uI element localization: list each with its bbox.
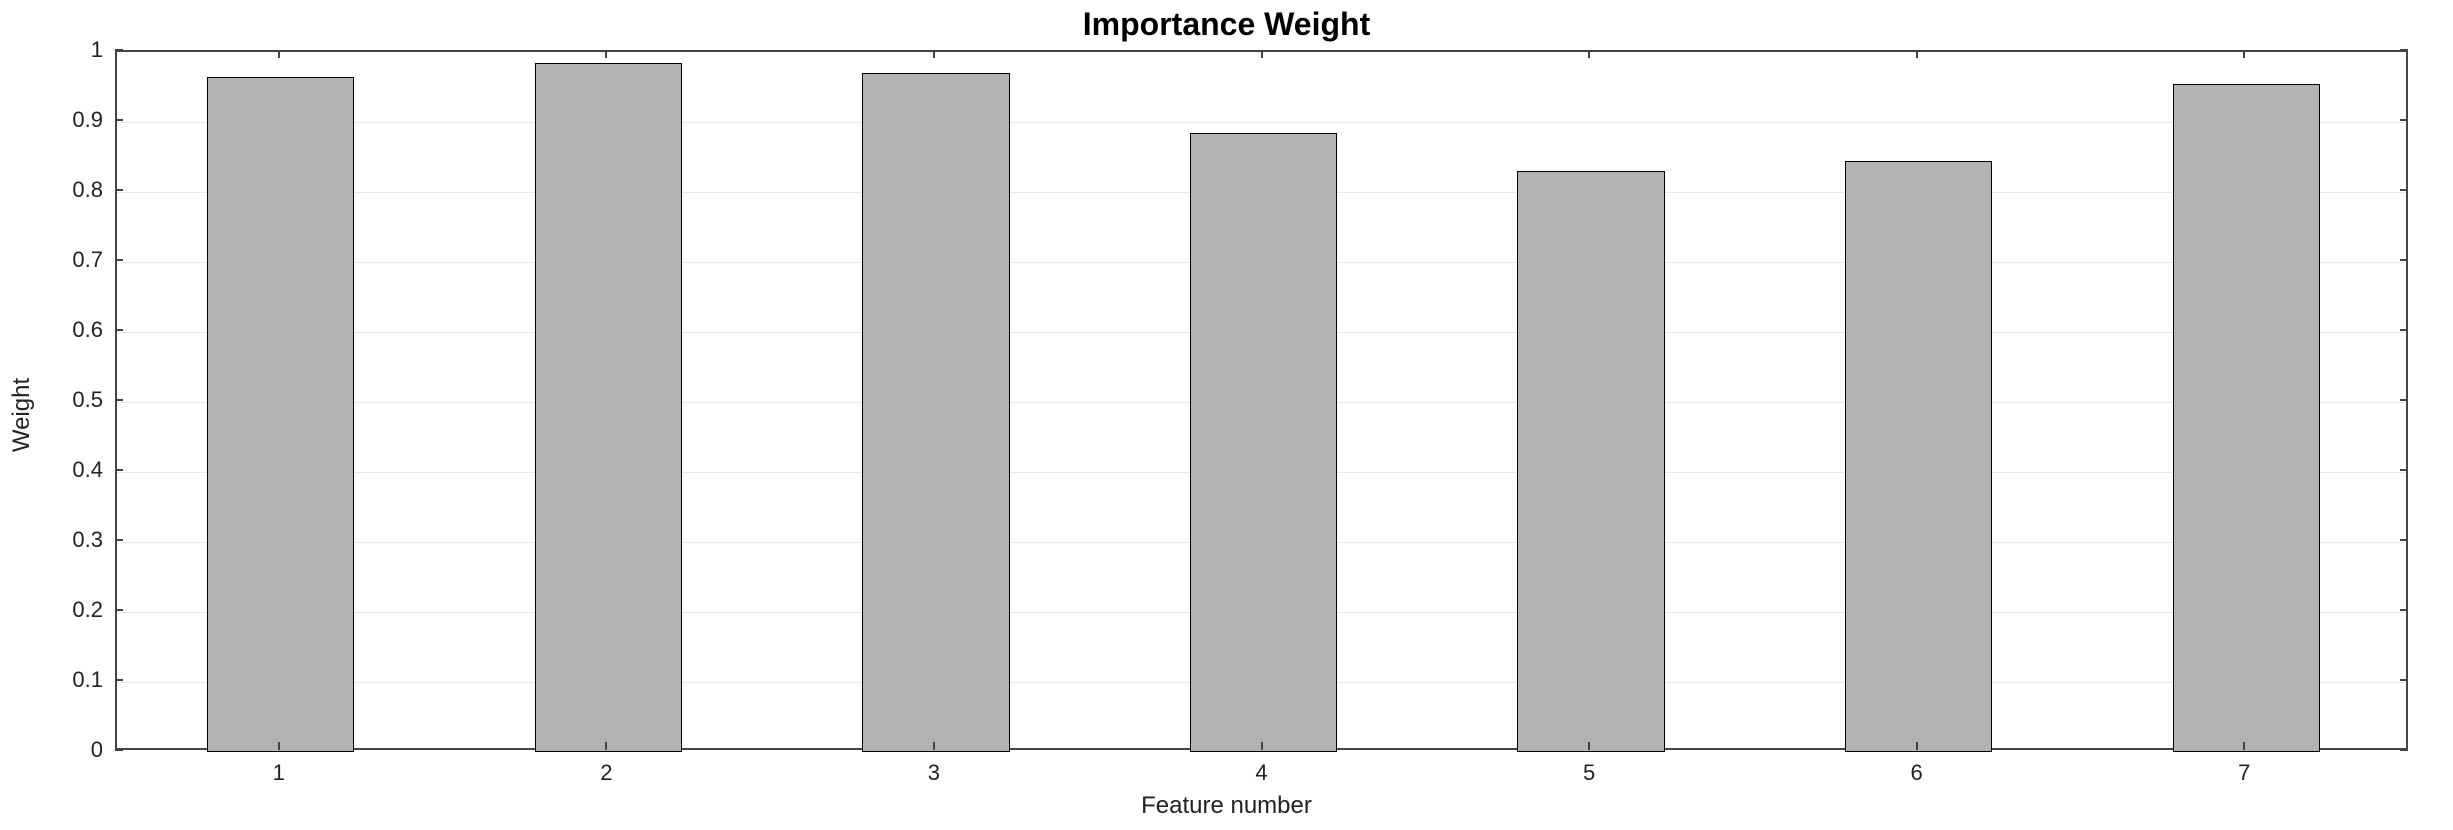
x-tick-label: 7 bbox=[2238, 760, 2250, 786]
y-tick-label: 0.9 bbox=[23, 107, 103, 133]
x-tick-mark bbox=[278, 742, 280, 750]
y-tick-label: 0.6 bbox=[23, 317, 103, 343]
y-tick-mark bbox=[2400, 399, 2408, 401]
x-tick-label: 4 bbox=[1255, 760, 1267, 786]
x-tick-mark bbox=[1916, 50, 1918, 58]
y-tick-mark bbox=[115, 539, 123, 541]
y-tick-mark bbox=[2400, 539, 2408, 541]
y-tick-mark bbox=[2400, 119, 2408, 121]
y-tick-label: 0.5 bbox=[23, 387, 103, 413]
x-tick-mark bbox=[933, 50, 935, 58]
y-tick-mark bbox=[2400, 49, 2408, 51]
x-tick-mark bbox=[278, 50, 280, 58]
plot-area bbox=[115, 50, 2408, 750]
y-tick-label: 0.2 bbox=[23, 597, 103, 623]
x-tick-mark bbox=[605, 742, 607, 750]
bar bbox=[1190, 133, 1337, 753]
y-tick-mark bbox=[115, 119, 123, 121]
y-tick-mark bbox=[115, 679, 123, 681]
gridline bbox=[117, 122, 2406, 123]
y-tick-mark bbox=[115, 399, 123, 401]
bar bbox=[207, 77, 354, 753]
y-tick-label: 1 bbox=[23, 37, 103, 63]
x-tick-mark bbox=[2243, 742, 2245, 750]
x-tick-mark bbox=[1261, 50, 1263, 58]
x-tick-mark bbox=[1588, 742, 1590, 750]
x-tick-mark bbox=[1916, 742, 1918, 750]
y-tick-mark bbox=[115, 609, 123, 611]
x-axis-label: Feature number bbox=[0, 792, 2453, 820]
y-tick-label: 0.4 bbox=[23, 457, 103, 483]
x-tick-label: 2 bbox=[600, 760, 612, 786]
x-tick-label: 1 bbox=[273, 760, 285, 786]
y-tick-label: 0.1 bbox=[23, 667, 103, 693]
y-tick-mark bbox=[115, 49, 123, 51]
x-tick-label: 5 bbox=[1583, 760, 1595, 786]
y-tick-mark bbox=[2400, 749, 2408, 751]
y-tick-mark bbox=[2400, 189, 2408, 191]
y-tick-mark bbox=[115, 189, 123, 191]
bar bbox=[2173, 84, 2320, 753]
figure: Importance Weight Weight Feature number … bbox=[0, 0, 2453, 830]
y-tick-label: 0.7 bbox=[23, 247, 103, 273]
bar bbox=[1845, 161, 1992, 753]
y-tick-label: 0.8 bbox=[23, 177, 103, 203]
y-tick-label: 0.3 bbox=[23, 527, 103, 553]
y-tick-mark bbox=[115, 329, 123, 331]
bar bbox=[1517, 171, 1664, 752]
y-tick-mark bbox=[115, 259, 123, 261]
y-tick-mark bbox=[2400, 329, 2408, 331]
x-tick-mark bbox=[2243, 50, 2245, 58]
y-tick-mark bbox=[2400, 679, 2408, 681]
x-tick-mark bbox=[1261, 742, 1263, 750]
y-tick-mark bbox=[2400, 469, 2408, 471]
y-tick-mark bbox=[2400, 609, 2408, 611]
x-tick-mark bbox=[933, 742, 935, 750]
y-tick-label: 0 bbox=[23, 737, 103, 763]
chart-title: Importance Weight bbox=[0, 6, 2453, 43]
y-tick-mark bbox=[115, 749, 123, 751]
y-tick-mark bbox=[115, 469, 123, 471]
bar bbox=[862, 73, 1009, 752]
bar bbox=[535, 63, 682, 753]
x-tick-mark bbox=[605, 50, 607, 58]
y-tick-mark bbox=[2400, 259, 2408, 261]
x-tick-label: 3 bbox=[928, 760, 940, 786]
x-tick-mark bbox=[1588, 50, 1590, 58]
x-tick-label: 6 bbox=[1911, 760, 1923, 786]
